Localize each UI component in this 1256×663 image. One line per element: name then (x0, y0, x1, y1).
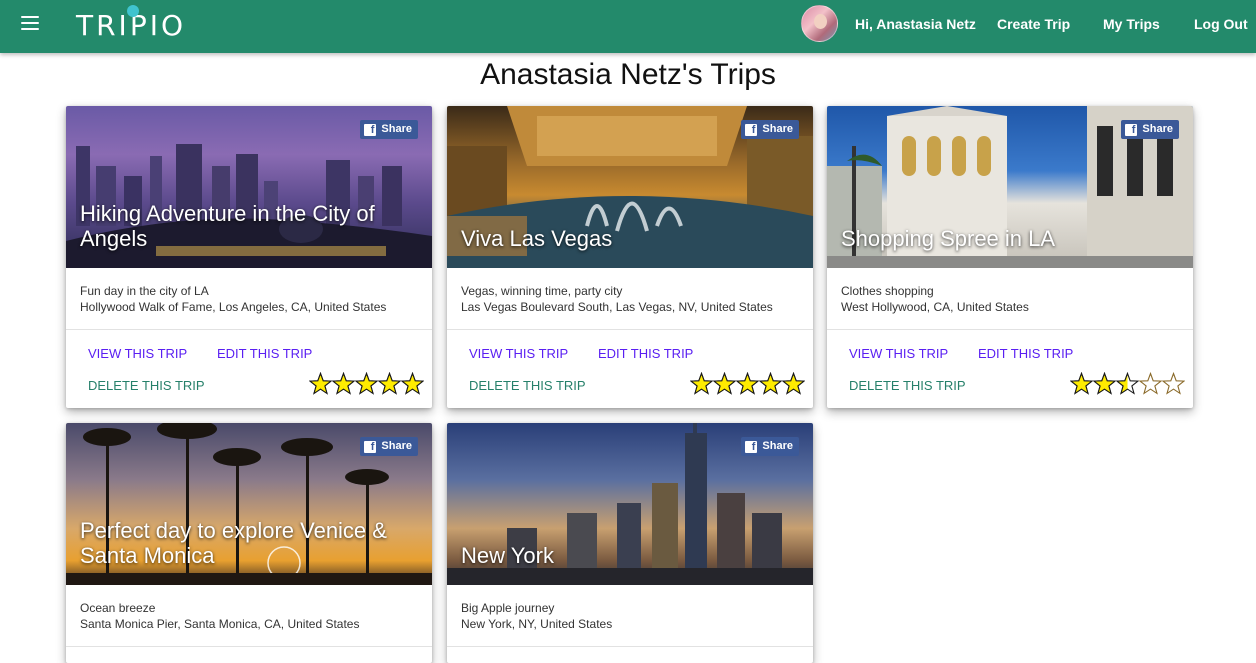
navbar: TRIPIO Hi, Anastasia Netz Create Trip My… (0, 0, 1256, 53)
trip-actions: VIEW THIS TRIP EDIT THIS TRIP DELETE THI… (66, 330, 432, 408)
trip-location: New York, NY, United States (461, 617, 613, 631)
edit-trip-link[interactable]: EDIT THIS TRIP (217, 346, 312, 361)
trip-image: f Share Shopping Spree in LA (827, 106, 1193, 268)
star-icon[interactable] (1138, 371, 1163, 395)
page-title: Anastasia Netz's Trips (480, 58, 776, 91)
trip-location: Hollywood Walk of Fame, Los Angeles, CA,… (80, 300, 387, 314)
delete-trip-link[interactable]: DELETE THIS TRIP (849, 378, 966, 393)
star-icon[interactable] (1161, 371, 1186, 395)
facebook-icon: f (745, 123, 758, 136)
star-fill (736, 372, 759, 395)
trip-details: Clothes shopping West Hollywood, CA, Uni… (827, 268, 1193, 330)
trip-description: Fun day in the city of LA (80, 284, 209, 298)
trip-card: f Share Viva Las Vegas Vegas, winning tim… (447, 106, 813, 408)
trip-image: f Share Hiking Adventure in the City of A… (66, 106, 432, 268)
delete-trip-link[interactable]: DELETE THIS TRIP (88, 378, 205, 393)
trip-card: f Share Shopping Spree in LA Clothes shop… (827, 106, 1193, 408)
trip-title: Shopping Spree in LA (841, 226, 1056, 251)
trip-description: Vegas, winning time, party city (461, 284, 623, 298)
star-fill (378, 372, 401, 395)
star-fill (1070, 372, 1093, 395)
facebook-icon: f (364, 440, 377, 453)
trip-location: Las Vegas Boulevard South, Las Vegas, NV… (461, 300, 773, 314)
logo-dot-icon (127, 5, 139, 17)
facebook-icon: f (364, 123, 377, 136)
trip-actions: VIEW THIS TRIP EDIT THIS TRIP DELETE THI… (447, 330, 813, 408)
hamburger-menu-icon[interactable] (21, 16, 39, 30)
star-fill (309, 372, 332, 395)
facebook-share-button[interactable]: f Share (741, 437, 799, 456)
view-trip-link[interactable]: VIEW THIS TRIP (849, 346, 948, 361)
trip-details: Big Apple journey New York, NY, United S… (447, 585, 813, 647)
edit-trip-link[interactable]: EDIT THIS TRIP (978, 346, 1073, 361)
view-trip-link[interactable]: VIEW THIS TRIP (469, 346, 568, 361)
trip-details: Ocean breeze Santa Monica Pier, Santa Mo… (66, 585, 432, 647)
trip-location: West Hollywood, CA, United States (841, 300, 1029, 314)
trip-image: f Share Perfect day to explore Venice & S… (66, 423, 432, 585)
my-trips-link[interactable]: My Trips (1103, 16, 1160, 32)
trip-details: Vegas, winning time, party city Las Vega… (447, 268, 813, 330)
edit-trip-link[interactable]: EDIT THIS TRIP (598, 346, 693, 361)
trip-actions: VIEW THIS TRIP EDIT THIS TRIP DELETE THI… (827, 330, 1193, 408)
star-fill (332, 372, 355, 395)
trip-image: f Share Viva Las Vegas (447, 106, 813, 268)
star-fill (782, 372, 805, 395)
trip-card: f Share Hiking Adventure in the City of A… (66, 106, 432, 408)
log-out-link[interactable]: Log Out (1194, 16, 1248, 32)
trip-card: f Share New York Big Apple journey New Yo… (447, 423, 813, 663)
facebook-share-button[interactable]: f Share (1121, 120, 1179, 139)
star-fill (1093, 372, 1116, 395)
trip-location: Santa Monica Pier, Santa Monica, CA, Uni… (80, 617, 360, 631)
user-greeting[interactable]: Hi, Anastasia Netz (855, 16, 976, 32)
trip-description: Big Apple journey (461, 601, 555, 615)
facebook-share-button[interactable]: f Share (360, 120, 418, 139)
avatar[interactable] (801, 5, 838, 42)
trip-details: Fun day in the city of LA Hollywood Walk… (66, 268, 432, 330)
facebook-icon: f (745, 440, 758, 453)
star-fill (759, 372, 782, 395)
star-fill (713, 372, 736, 395)
star-rating[interactable] (308, 371, 425, 396)
trip-title: Perfect day to explore Venice & Santa Mo… (80, 518, 387, 568)
facebook-icon: f (1125, 123, 1138, 136)
star-fill (690, 372, 713, 395)
facebook-share-button[interactable]: f Share (741, 120, 799, 139)
trip-description: Clothes shopping (841, 284, 934, 298)
star-rating[interactable] (1069, 371, 1186, 396)
logo[interactable]: TRIPIO (76, 5, 186, 44)
facebook-share-button[interactable]: f Share (360, 437, 418, 456)
trip-title: Viva Las Vegas (461, 226, 613, 251)
trip-title: Hiking Adventure in the City of Angels (80, 201, 375, 251)
view-trip-link[interactable]: VIEW THIS TRIP (88, 346, 187, 361)
delete-trip-link[interactable]: DELETE THIS TRIP (469, 378, 586, 393)
star-fill (355, 372, 378, 395)
trip-description: Ocean breeze (80, 601, 156, 615)
create-trip-link[interactable]: Create Trip (997, 16, 1070, 32)
star-rating[interactable] (689, 371, 806, 396)
star-fill (401, 372, 424, 395)
trip-image: f Share New York (447, 423, 813, 585)
trip-card: f Share Perfect day to explore Venice & S… (66, 423, 432, 663)
trip-title: New York (461, 543, 554, 568)
